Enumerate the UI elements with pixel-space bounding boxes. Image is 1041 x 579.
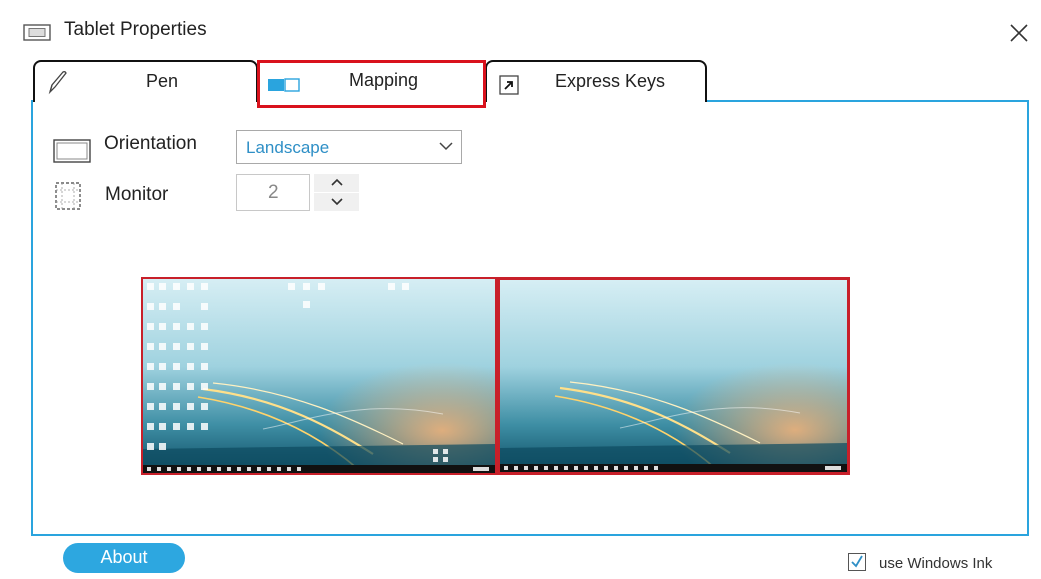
orientation-label: Orientation — [104, 133, 197, 154]
pen-icon — [48, 71, 67, 95]
desktop-wallpaper-2 — [500, 280, 847, 472]
monitor-icon — [55, 182, 81, 210]
monitor-1-preview[interactable] — [141, 277, 497, 475]
monitor-label: Monitor — [105, 184, 169, 205]
tab-express-keys-label: Express Keys — [555, 71, 666, 91]
tab-pen-label: Pen — [146, 71, 179, 91]
checkmark-icon — [851, 555, 863, 568]
title-bar: Tablet Properties — [0, 0, 1041, 62]
orientation-icon — [53, 139, 91, 163]
orientation-value: Landscape — [246, 138, 330, 157]
monitor-2-preview[interactable] — [497, 277, 850, 475]
close-icon[interactable] — [1006, 20, 1032, 46]
mapping-icon — [268, 78, 300, 92]
monitor-increment-button[interactable] — [314, 174, 359, 192]
about-button[interactable]: About — [63, 543, 185, 573]
windows-ink-label: use Windows Ink — [879, 555, 993, 572]
chevron-down-icon — [331, 198, 343, 206]
tab-pen[interactable]: Pen — [33, 60, 258, 102]
orientation-dropdown[interactable]: Landscape — [236, 130, 462, 164]
chevron-up-icon — [331, 178, 343, 186]
tab-mapping-label: Mapping — [349, 70, 419, 90]
tablet-window-icon — [23, 24, 51, 41]
monitor-value: 2 — [268, 182, 279, 203]
window-title: Tablet Properties — [64, 19, 207, 40]
chevron-down-icon — [439, 142, 453, 151]
tab-express-keys[interactable]: Express Keys — [485, 60, 707, 102]
tab-mapping[interactable]: Mapping — [257, 60, 486, 108]
monitor-number-field[interactable]: 2 — [236, 174, 310, 211]
windows-ink-checkbox[interactable] — [848, 553, 866, 571]
desktop-wallpaper-1 — [143, 279, 495, 473]
monitor-decrement-button[interactable] — [314, 193, 359, 211]
express-keys-icon — [499, 75, 519, 95]
